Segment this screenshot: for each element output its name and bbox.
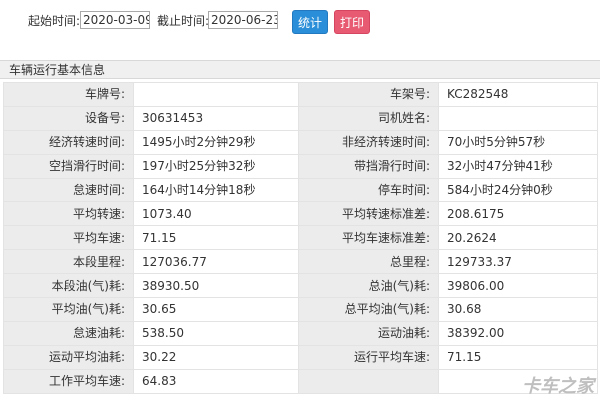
field-label — [298, 368, 439, 394]
field-label: 经济转速时间: — [3, 129, 134, 155]
field-value: 71.15 — [133, 225, 299, 251]
field-label: 运行平均车速: — [298, 344, 439, 370]
field-label: 带挡滑行时间: — [298, 153, 439, 179]
field-label: 怠速时间: — [3, 177, 134, 203]
field-label: 工作平均车速: — [3, 368, 134, 394]
end-time-label: 截止时间: — [157, 14, 210, 28]
field-value: 39806.00 — [438, 273, 598, 299]
field-value: 584小时24分钟0秒 — [438, 177, 598, 203]
field-label: 运动油耗: — [298, 320, 439, 346]
end-time-input[interactable]: 2020-06-23 1 — [208, 11, 278, 29]
field-value: 70小时5分钟57秒 — [438, 129, 598, 155]
table-row: 怠速时间: 164小时14分钟18秒 停车时间: 584小时24分钟0秒 — [3, 177, 598, 203]
field-label: 运动平均油耗: — [3, 344, 134, 370]
stats-button[interactable]: 统计 — [292, 10, 328, 34]
table-row: 本段里程: 127036.77 总里程: 129733.37 — [3, 249, 598, 275]
field-label: 总里程: — [298, 249, 439, 275]
table-row: 经济转速时间: 1495小时2分钟29秒 非经济转速时间: 70小时5分钟57秒 — [3, 129, 598, 155]
field-label: 怠速油耗: — [3, 320, 134, 346]
field-label: 平均油(气)耗: — [3, 297, 134, 322]
field-value — [438, 105, 598, 131]
field-label: 总油(气)耗: — [298, 273, 439, 299]
field-label: 车牌号: — [3, 82, 134, 107]
field-label: 平均车速: — [3, 225, 134, 251]
field-label: 设备号: — [3, 105, 134, 131]
print-button[interactable]: 打印 — [334, 10, 370, 34]
field-value: 20.2624 — [438, 225, 598, 251]
field-label: 车架号: — [298, 82, 439, 107]
table-row: 本段油(气)耗: 38930.50 总油(气)耗: 39806.00 — [3, 273, 598, 299]
table-row: 运动平均油耗: 30.22 运行平均车速: 71.15 — [3, 344, 598, 370]
field-label: 平均转速: — [3, 201, 134, 227]
field-value: 30631453 — [133, 105, 299, 131]
field-label: 停车时间: — [298, 177, 439, 203]
table-row: 设备号: 30631453 司机姓名: — [3, 105, 598, 131]
field-value: 538.50 — [133, 320, 299, 346]
table-row: 平均转速: 1073.40 平均转速标准差: 208.6175 — [3, 201, 598, 227]
start-time-label: 起始时间: — [28, 14, 81, 28]
field-value: 127036.77 — [133, 249, 299, 275]
field-value: 164小时14分钟18秒 — [133, 177, 299, 203]
field-label: 本段里程: — [3, 249, 134, 275]
vehicle-info-table: 车牌号: 车架号: KC282548 设备号: 30631453 司机姓名: 经济转速时间:… — [3, 82, 598, 394]
table-row: 平均车速: 71.15 平均车速标准差: 20.2624 — [3, 225, 598, 251]
section-header: 车辆运行基本信息 — [0, 60, 600, 79]
table-row: 工作平均车速: 64.83 — [3, 368, 598, 394]
table-row: 平均油(气)耗: 30.65 总平均油(气)耗: 30.68 — [3, 297, 598, 322]
table-row: 怠速油耗: 538.50 运动油耗: 38392.00 — [3, 320, 598, 346]
field-value: 208.6175 — [438, 201, 598, 227]
field-value: 38930.50 — [133, 273, 299, 299]
field-value: 1495小时2分钟29秒 — [133, 129, 299, 155]
field-label: 平均车速标准差: — [298, 225, 439, 251]
field-value: 1073.40 — [133, 201, 299, 227]
field-value: 30.22 — [133, 344, 299, 370]
field-label: 司机姓名: — [298, 105, 439, 131]
toolbar: 起始时间: 2020-03-09 1 截止时间: 2020-06-23 1 统计… — [0, 0, 600, 48]
watermark-logo: 卡车之家 — [522, 376, 594, 397]
start-time-input[interactable]: 2020-03-09 1 — [80, 11, 150, 29]
field-value: 30.68 — [438, 297, 598, 322]
table-row: 空挡滑行时间: 197小时25分钟32秒 带挡滑行时间: 32小时47分钟41秒 — [3, 153, 598, 179]
field-label: 非经济转速时间: — [298, 129, 439, 155]
field-label: 本段油(气)耗: — [3, 273, 134, 299]
field-value: 129733.37 — [438, 249, 598, 275]
field-label: 空挡滑行时间: — [3, 153, 134, 179]
table-row: 车牌号: 车架号: KC282548 — [3, 82, 598, 107]
field-label: 平均转速标准差: — [298, 201, 439, 227]
field-value: 64.83 — [133, 368, 299, 394]
field-value: KC282548 — [438, 82, 598, 107]
field-value: 32小时47分钟41秒 — [438, 153, 598, 179]
field-value: 197小时25分钟32秒 — [133, 153, 299, 179]
field-value: 38392.00 — [438, 320, 598, 346]
field-value: 30.65 — [133, 297, 299, 322]
field-label: 总平均油(气)耗: — [298, 297, 439, 322]
field-value — [133, 82, 299, 107]
section-title: 车辆运行基本信息 — [9, 63, 106, 77]
field-value: 71.15 — [438, 344, 598, 370]
